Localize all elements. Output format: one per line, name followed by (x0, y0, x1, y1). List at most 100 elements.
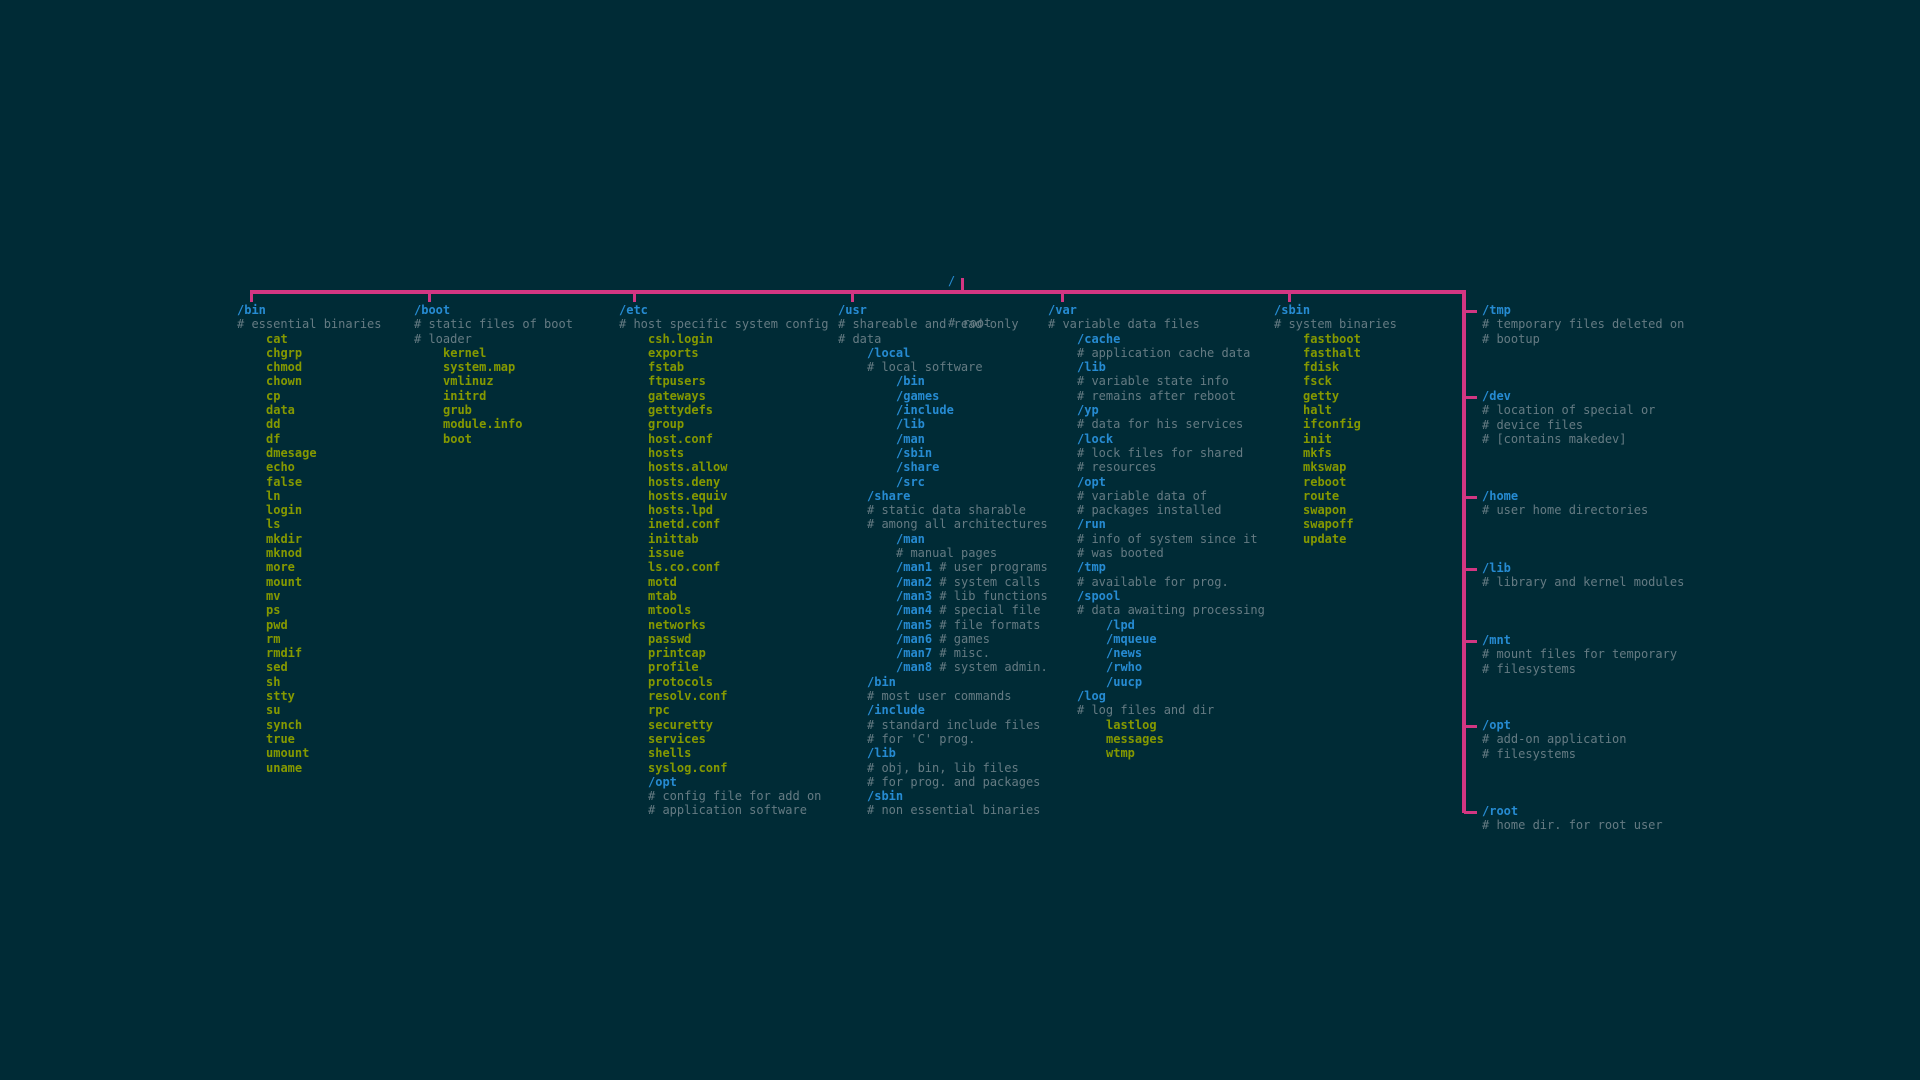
entry-name: csh.login (648, 331, 714, 346)
comment-text: # packages installed (1077, 503, 1222, 518)
file-entry: rmdif (237, 646, 382, 660)
right-branch-opt: /opt # add-on application # filesystems (1482, 718, 1627, 761)
entry-name: mknod (266, 546, 303, 561)
branch-comment: # device files (1482, 417, 1584, 432)
branch-tick-home (1464, 496, 1477, 499)
entry-name: fsck (1303, 374, 1332, 389)
entry-name: /bin (237, 303, 266, 317)
file-entry: mtab (619, 589, 829, 603)
directory-entry: /man3 # lib functions (838, 589, 1048, 603)
file-entry: messages (1048, 732, 1265, 746)
file-entry: cp (237, 389, 382, 403)
file-entry: hosts.deny (619, 475, 829, 489)
entry-name: services (648, 731, 706, 746)
entry-name: /lib (896, 417, 925, 432)
file-entry: fdisk (1274, 360, 1397, 374)
file-entry: umount (237, 746, 382, 760)
directory-entry: /lpd (1048, 618, 1265, 632)
entry-name: system.map (443, 360, 516, 375)
entry-name: gateways (648, 388, 706, 403)
comment-line: # local software (838, 360, 1048, 374)
entry-name: messages (1106, 731, 1164, 746)
comment-line: # lock files for shared (1048, 446, 1265, 460)
file-entry: dd (237, 417, 382, 431)
file-entry: sh (237, 675, 382, 689)
comment-text: # essential binaries (237, 317, 382, 332)
file-entry: boot (414, 432, 573, 446)
entry-name: /bin (896, 374, 925, 389)
file-entry: motd (619, 575, 829, 589)
entry-name: /uucp (1106, 674, 1143, 689)
directory-entry: /bin (838, 675, 1048, 689)
entry-name: fasthalt (1303, 345, 1361, 360)
directory-entry: /man5 # file formats (838, 618, 1048, 632)
comment-line: # packages installed (1048, 503, 1265, 517)
entry-name: ifconfig (1303, 417, 1361, 432)
entry-name: /local (867, 345, 911, 360)
comment-text: # data awaiting processing (1077, 603, 1265, 618)
right-branch-tmp: /tmp # temporary files deleted on # bootup (1482, 303, 1684, 346)
directory-entry: /man1 # user programs (838, 560, 1048, 574)
directory-entry: /tmp (1048, 560, 1265, 574)
entry-name: mkdir (266, 531, 303, 546)
entry-name: /rwho (1106, 660, 1143, 675)
branch-dir-label: /dev (1482, 389, 1511, 403)
file-entry: vmlinuz (414, 374, 573, 388)
file-entry: profile (619, 660, 829, 674)
file-entry: chgrp (237, 346, 382, 360)
file-entry: fsck (1274, 374, 1397, 388)
comment-text: # info of system since it (1077, 531, 1258, 546)
inline-comment: # games (932, 631, 990, 646)
entry-name: ps (266, 603, 281, 618)
inline-comment: # misc. (932, 646, 990, 661)
entry-name: su (266, 703, 281, 718)
comment-line: # for 'C' prog. (838, 732, 1048, 746)
comment-line: # data for his services (1048, 417, 1265, 431)
entry-name: hosts (648, 445, 685, 460)
directory-column-sbin: /sbin # system binaries fastboot fasthalt fd… (1274, 303, 1397, 546)
file-entry: swapoff (1274, 517, 1397, 531)
entry-name: /news (1106, 646, 1143, 661)
entry-name: /lib (1077, 360, 1106, 375)
file-entry: hosts.lpd (619, 503, 829, 517)
entry-name: rm (266, 631, 281, 646)
entry-name: ln (266, 488, 281, 503)
right-branch-home: /home # user home directories (1482, 489, 1648, 518)
file-entry: uname (237, 761, 382, 775)
entry-name: syslog.conf (648, 760, 728, 775)
entry-name: /man (896, 531, 925, 546)
branch-dir-label: /home (1482, 489, 1519, 503)
comment-line: # obj, bin, lib files (838, 761, 1048, 775)
comment-text: # was booted (1077, 546, 1164, 561)
comment-text: # host specific system config (619, 317, 829, 332)
file-entry: fasthalt (1274, 346, 1397, 360)
inline-comment: # system calls (932, 574, 1041, 589)
entry-name: /sbin (1274, 303, 1311, 317)
entry-name: /src (896, 474, 925, 489)
entry-name: /man4 (896, 603, 933, 618)
file-entry: ifconfig (1274, 417, 1397, 431)
entry-name: chown (266, 374, 303, 389)
entry-name: rpc (648, 703, 670, 718)
entry-name: true (266, 731, 295, 746)
file-entry: gateways (619, 389, 829, 403)
file-entry: synch (237, 718, 382, 732)
entry-name: /spool (1077, 588, 1121, 603)
file-entry: init (1274, 432, 1397, 446)
file-entry: ln (237, 489, 382, 503)
entry-name: /opt (1077, 474, 1106, 489)
right-vertical-connector (1462, 290, 1466, 813)
directory-entry: /man8 # system admin. (838, 660, 1048, 674)
comment-text: # system binaries (1274, 317, 1397, 332)
file-entry: kernel (414, 346, 573, 360)
comment-text: # data (838, 331, 882, 346)
directory-entry: /var (1048, 303, 1265, 317)
file-entry: mount (237, 575, 382, 589)
comment-line: # standard include files (838, 718, 1048, 732)
entry-name: /lock (1077, 431, 1114, 446)
entry-name: /share (867, 488, 911, 503)
comment-text: # variable state info (1077, 374, 1229, 389)
branch-dir-label: /tmp (1482, 303, 1511, 317)
branch-comment: # [contains makedev] (1482, 431, 1627, 446)
file-entry: resolv.conf (619, 689, 829, 703)
